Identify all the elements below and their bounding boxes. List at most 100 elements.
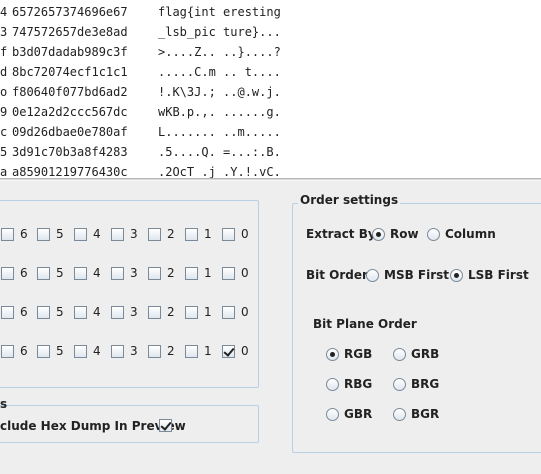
bit-checkbox[interactable] [1,344,14,358]
bit-checkbox[interactable] [185,266,198,280]
lsb-first-radio[interactable]: LSB First [450,268,529,282]
hex-row-prefix: o [0,85,8,99]
bit-checkbox[interactable] [37,266,50,280]
bit-checkbox[interactable] [1,266,14,280]
bit-plane-cell[interactable]: 2 [148,224,175,244]
bit-checkbox[interactable] [222,344,235,358]
bit-checkbox[interactable] [1,305,14,319]
extract-column-radio[interactable]: Column [427,227,496,241]
bit-plane-cell[interactable]: 4 [74,263,101,283]
bit-plane-cell[interactable]: 1 [185,263,212,283]
bit-plane-cell[interactable]: 1 [185,341,212,361]
bit-checkbox[interactable] [37,344,50,358]
bit-label: 5 [56,227,64,241]
bit-label: 6 [20,227,28,241]
lsb-first-radio-button[interactable] [450,268,463,282]
bit-checkbox[interactable] [1,227,14,241]
bit-plane-cell[interactable]: 2 [148,263,175,283]
include-hex-dump-checkbox[interactable] [159,419,172,432]
bit-plane-cell[interactable]: 0 [222,224,249,244]
plane-order-label: GRB [411,347,440,361]
hex-row-ascii: .....C.m .. t.... [158,65,281,79]
bit-plane-cell[interactable]: 5 [37,302,64,322]
bit-checkbox[interactable] [185,305,198,319]
bit-label: 4 [93,227,101,241]
plane-order-radio-button[interactable] [326,377,339,391]
bit-plane-cell[interactable]: 2 [148,341,175,361]
hex-row-ascii: .5....Q. =...:.B. [158,145,281,159]
bit-plane-cell[interactable]: 0 [222,341,249,361]
msb-first-radio[interactable]: MSB First [366,268,449,282]
bit-plane-cell[interactable]: 5 [37,341,64,361]
extract-row-radio[interactable]: Row [372,227,419,241]
bit-checkbox[interactable] [74,266,87,280]
bit-plane-cell[interactable]: 1 [185,302,212,322]
extract-row-radio-button[interactable] [372,227,385,241]
plane-order-radio-button[interactable] [326,407,339,421]
plane-order-radio-rbg[interactable]: RBG [326,377,372,391]
plane-order-radio-bgr[interactable]: BGR [393,407,439,421]
hex-row-bytes: 8bc72074ecf1c1c1 [12,65,128,79]
bit-plane-cell[interactable]: 3 [111,341,138,361]
bit-plane-cell[interactable]: 4 [74,224,101,244]
bit-checkbox[interactable] [148,266,161,280]
bit-plane-cell[interactable]: 3 [111,224,138,244]
hex-row-prefix: 3 [0,25,8,39]
bit-checkbox[interactable] [37,227,50,241]
bit-label: 3 [130,305,138,319]
plane-order-radio-brg[interactable]: BRG [393,377,439,391]
bit-plane-cell[interactable]: 4 [74,341,101,361]
bit-plane-cell[interactable]: 6 [1,302,28,322]
bit-checkbox[interactable] [148,344,161,358]
hex-row-ascii: _lsb_pic ture}... [158,25,281,39]
bit-plane-cell[interactable]: 2 [148,302,175,322]
bit-label: 0 [241,344,249,358]
bit-checkbox[interactable] [111,227,124,241]
bit-checkbox[interactable] [74,227,87,241]
bit-plane-cell[interactable]: 6 [1,224,28,244]
bit-checkbox[interactable] [222,305,235,319]
bit-plane-cell[interactable]: 6 [1,263,28,283]
bit-plane-cell[interactable]: 0 [222,302,249,322]
plane-order-radio-button[interactable] [326,347,339,361]
bit-checkbox[interactable] [74,305,87,319]
bit-checkbox[interactable] [148,305,161,319]
bit-label: 3 [130,266,138,280]
bit-plane-cell[interactable]: 3 [111,302,138,322]
bit-checkbox[interactable] [74,344,87,358]
plane-order-radio-button[interactable] [393,347,406,361]
msb-first-radio-button[interactable] [366,268,379,282]
plane-order-label: BGR [411,407,440,421]
hex-row-bytes: 09d26dbae0e780af [12,125,128,139]
plane-order-radio-grb[interactable]: GRB [393,347,439,361]
bit-checkbox[interactable] [111,344,124,358]
bit-plane-cell[interactable]: 3 [111,263,138,283]
extract-column-radio-button[interactable] [427,227,440,241]
hex-dump-preview[interactable]: 4 6572657374696e67 flag{int eresting 3 74757… [0,0,541,178]
bit-checkbox[interactable] [185,344,198,358]
bit-plane-cell[interactable]: 5 [37,263,64,283]
bit-checkbox[interactable] [222,227,235,241]
hex-row-prefix: d [0,65,8,79]
hex-row-bytes: 0e12a2d2ccc567dc [12,105,128,119]
bit-plane-cell[interactable]: 4 [74,302,101,322]
plane-order-radio-button[interactable] [393,377,406,391]
hex-row-bytes: 747572657de3e8ad [12,25,128,39]
bit-label: 6 [20,344,28,358]
plane-order-radio-gbr[interactable]: GBR [326,407,372,421]
bit-checkbox[interactable] [111,266,124,280]
bit-plane-cell[interactable]: 1 [185,224,212,244]
bit-plane-cell[interactable]: 5 [37,224,64,244]
bit-checkbox[interactable] [222,266,235,280]
bit-checkbox[interactable] [37,305,50,319]
bit-checkbox[interactable] [148,227,161,241]
plane-order-radio-button[interactable] [393,407,406,421]
bit-plane-cell[interactable]: 6 [1,341,28,361]
bit-checkbox[interactable] [111,305,124,319]
bit-checkbox[interactable] [185,227,198,241]
bit-label: 2 [167,227,175,241]
plane-order-radio-rgb[interactable]: RGB [326,347,372,361]
extract-by-label: Extract By [306,227,376,241]
split-pane-divider[interactable] [0,178,541,181]
bit-plane-cell[interactable]: 0 [222,263,249,283]
